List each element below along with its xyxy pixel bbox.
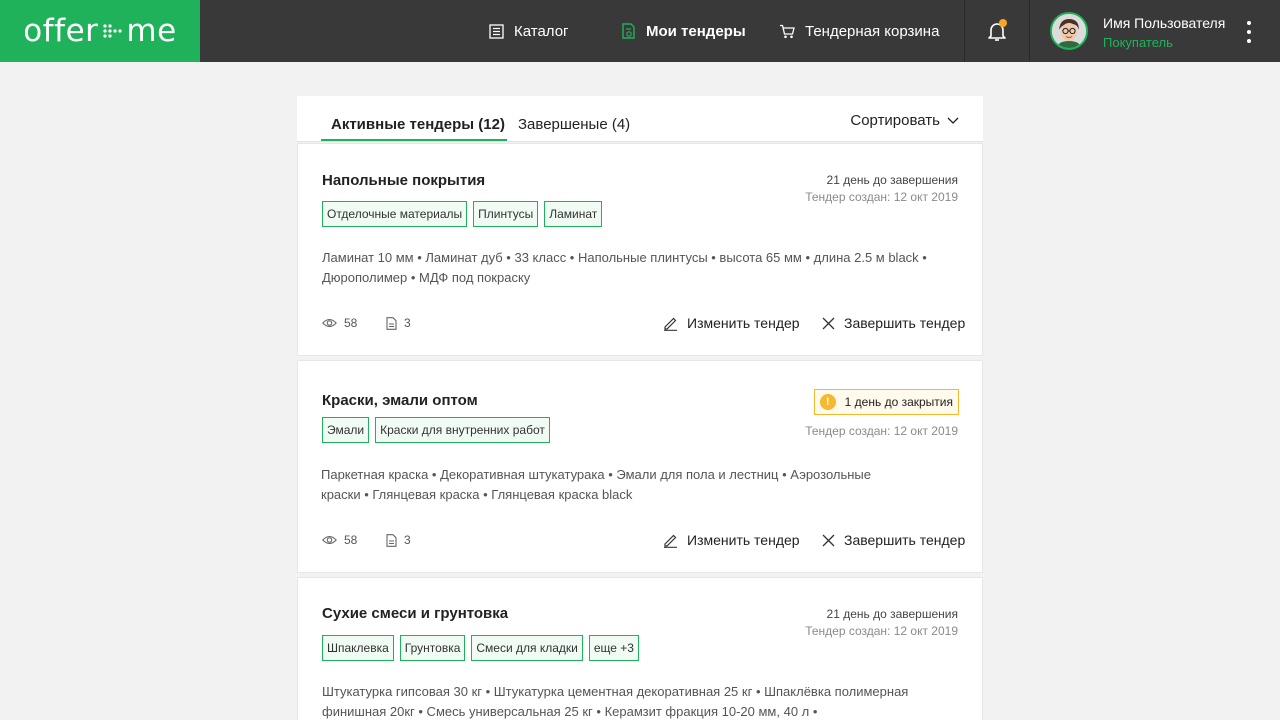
logo-arrow-mark bbox=[103, 24, 123, 38]
notifications-bell-icon[interactable] bbox=[985, 19, 1009, 43]
tender-tag[interactable]: Краски для внутренних работ bbox=[375, 417, 550, 443]
edit-tender-button[interactable]: Изменить тендер bbox=[663, 315, 800, 331]
user-name[interactable]: Имя Пользователя bbox=[1103, 15, 1225, 31]
logo-text-left: offer bbox=[23, 13, 99, 49]
finish-tender-label: Завершить тендер bbox=[844, 532, 966, 548]
tender-tag[interactable]: Плинтусы bbox=[473, 201, 539, 227]
header-divider bbox=[1029, 0, 1030, 62]
logo-text: offer me bbox=[23, 13, 176, 49]
finish-tender-button[interactable]: Завершить тендер bbox=[822, 532, 965, 548]
docs-value: 3 bbox=[404, 533, 411, 547]
tenders-icon bbox=[622, 23, 635, 39]
sort-label: Сортировать bbox=[850, 112, 940, 129]
tab-completed-tenders[interactable]: Завершеные (4) bbox=[518, 116, 630, 133]
tender-description: Ламинат 10 мм • Ламинат дуб • 33 класс •… bbox=[322, 250, 927, 285]
finish-tender-button[interactable]: Завершить тендер bbox=[822, 315, 965, 331]
chevron-down-icon bbox=[947, 117, 959, 124]
pencil-icon bbox=[664, 534, 677, 548]
views-count: 58 bbox=[322, 533, 357, 547]
tender-tag[interactable]: Шпаклевка bbox=[322, 635, 394, 661]
finish-tender-label: Завершить тендер bbox=[844, 315, 966, 331]
user-role: Покупатель bbox=[1103, 35, 1173, 50]
tender-tag[interactable]: Смеси для кладки bbox=[471, 635, 583, 661]
edit-tender-label: Изменить тендер bbox=[687, 532, 800, 548]
tender-deadline: 21 день до завершения bbox=[826, 607, 958, 621]
tender-tags: Отделочные материалы Плинтусы Ламинат bbox=[322, 201, 603, 227]
tender-tag[interactable]: Грунтовка bbox=[399, 635, 466, 661]
document-icon bbox=[386, 316, 397, 330]
tender-title[interactable]: Краски, эмали оптом bbox=[322, 392, 478, 409]
top-bar: offer me Каталог Мои тендеры Тендерная к… bbox=[0, 0, 1280, 62]
views-value: 58 bbox=[344, 533, 358, 547]
tender-deadline: 21 день до завершения bbox=[826, 173, 958, 187]
tender-tag[interactable]: Ламинат bbox=[544, 201, 603, 227]
views-value: 58 bbox=[344, 316, 358, 330]
tender-title[interactable]: Сухие смеси и грунтовка bbox=[322, 605, 508, 622]
nav-catalog-label: Каталог bbox=[514, 22, 569, 40]
tender-tags: Шпаклевка Грунтовка Смеси для кладки еще… bbox=[322, 635, 639, 661]
edit-tender-button[interactable]: Изменить тендер bbox=[663, 532, 800, 548]
edit-tender-label: Изменить тендер bbox=[687, 315, 800, 331]
views-count: 58 bbox=[322, 316, 357, 330]
tender-tag[interactable]: Эмали bbox=[322, 417, 370, 443]
tender-description: Штукатурка гипсовая 30 кг • Штукатурка ц… bbox=[322, 684, 909, 719]
nav-my-tenders[interactable]: Мои тендеры bbox=[621, 0, 746, 62]
tab-active-tenders[interactable]: Активные тендеры (12) bbox=[331, 116, 505, 133]
logo[interactable]: offer me bbox=[0, 0, 200, 62]
docs-count: 3 bbox=[386, 533, 411, 547]
warning-icon: ! bbox=[819, 394, 836, 410]
eye-icon bbox=[322, 318, 337, 328]
notification-badge bbox=[999, 19, 1007, 27]
active-tab-indicator bbox=[321, 139, 507, 141]
nav-tender-cart[interactable]: Тендерная корзина bbox=[779, 0, 939, 62]
closing-warning-text: 1 день до закрытия bbox=[844, 395, 953, 409]
logo-text-right: me bbox=[126, 13, 177, 49]
tender-created-date: Тендер создан: 12 окт 2019 bbox=[805, 424, 958, 438]
docs-count: 3 bbox=[386, 316, 411, 330]
more-tags-button[interactable]: еще +3 bbox=[588, 635, 639, 661]
sort-dropdown[interactable]: Сортировать bbox=[850, 112, 959, 129]
nav-my-tenders-label: Мои тендеры bbox=[646, 22, 746, 40]
closing-warning-badge: ! 1 день до закрытия bbox=[813, 389, 959, 415]
cart-icon bbox=[780, 24, 795, 38]
more-menu-icon[interactable] bbox=[1240, 19, 1258, 45]
tender-card: Краски, эмали оптом ! 1 день до закрытия… bbox=[297, 360, 983, 573]
tender-created-date: Тендер создан: 12 окт 2019 bbox=[805, 190, 958, 204]
nav-cart-label: Тендерная корзина bbox=[805, 22, 940, 40]
tender-card: Напольные покрытия 21 день до завершения… bbox=[297, 143, 983, 356]
docs-value: 3 bbox=[404, 316, 411, 330]
tender-created-date: Тендер создан: 12 окт 2019 bbox=[805, 624, 958, 638]
catalog-icon bbox=[489, 23, 504, 39]
avatar[interactable] bbox=[1050, 12, 1088, 50]
close-icon bbox=[822, 317, 835, 329]
close-icon bbox=[822, 534, 835, 546]
eye-icon bbox=[322, 535, 337, 545]
tender-tag[interactable]: Отделочные материалы bbox=[322, 201, 468, 227]
nav-catalog[interactable]: Каталог bbox=[489, 0, 569, 62]
tenders-tabs: Активные тендеры (12) Завершеные (4) Сор… bbox=[297, 96, 983, 142]
tender-tags: Эмали Краски для внутренних работ bbox=[322, 417, 550, 443]
document-icon bbox=[386, 533, 397, 547]
pencil-icon bbox=[664, 317, 677, 331]
tender-title[interactable]: Напольные покрытия bbox=[322, 172, 485, 189]
header-divider bbox=[964, 0, 965, 62]
tender-description: Паркетная краска • Декоративная штукатур… bbox=[321, 467, 872, 502]
tender-card: Сухие смеси и грунтовка 21 день до завер… bbox=[297, 577, 983, 720]
